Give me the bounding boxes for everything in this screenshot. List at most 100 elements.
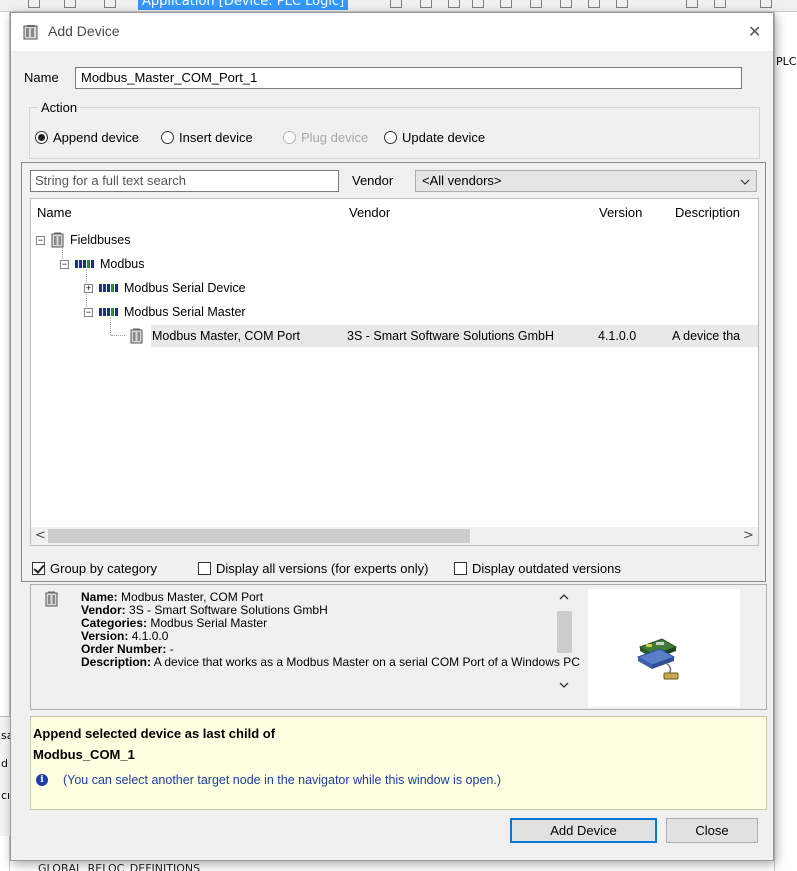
close-button[interactable]: Close (666, 818, 758, 843)
checkbox-label: Group by category (50, 561, 157, 576)
group-by-category-checkbox[interactable]: Group by category (32, 561, 157, 576)
device-name-cell: Modbus Master, COM Port (152, 329, 300, 343)
toolbar-icon[interactable] (448, 0, 460, 8)
toolbar-icon[interactable] (686, 0, 698, 8)
radio-label: Plug device (301, 130, 369, 145)
info-description: A device that works as a Modbus Master o… (153, 655, 580, 669)
toolbar-icon[interactable] (390, 0, 402, 8)
collapse-icon[interactable]: − (84, 307, 93, 317)
left-pane-text: cı (1, 789, 10, 802)
scroll-left-icon[interactable]: < (35, 528, 46, 544)
toolbar-icon[interactable] (616, 0, 628, 8)
scrollbar-thumb[interactable] (557, 611, 572, 653)
dialog-title: Add Device (48, 23, 120, 39)
display-outdated-versions-checkbox[interactable]: Display outdated versions (454, 561, 621, 576)
checkbox-label: Display outdated versions (472, 561, 621, 576)
toolbar-icon[interactable] (104, 0, 116, 8)
horizontal-scrollbar[interactable]: < > (31, 527, 758, 545)
toolbar-icon[interactable] (588, 0, 600, 8)
info-label: Vendor: (81, 603, 126, 617)
radio-label: Append device (53, 130, 140, 145)
device-description-cell: A device tha (672, 329, 741, 343)
device-version-cell: 4.1.0.0 (598, 329, 637, 343)
plug-device-radio: Plug device (283, 130, 368, 145)
info-label: Version: (81, 629, 129, 643)
append-hint-text: (You can select another target node in t… (63, 773, 502, 787)
radio-label: Insert device (179, 130, 253, 145)
modbus-icon (75, 260, 94, 268)
toolbar-icon[interactable] (530, 0, 542, 8)
scroll-up-icon[interactable] (559, 593, 569, 601)
collapse-icon[interactable]: − (60, 259, 69, 269)
tree-item-fieldbuses[interactable]: − Fieldbuses (36, 229, 130, 251)
left-pane-text: d (1, 757, 8, 770)
column-header-name[interactable]: Name (31, 199, 343, 227)
device-icon (45, 591, 58, 607)
device-info-panel: Name: Modbus Master, COM Port Vendor: 3S… (30, 584, 767, 710)
toolbar-icon[interactable] (760, 0, 772, 8)
toolbar-icon[interactable] (28, 0, 40, 8)
device-tree[interactable]: Name Vendor Version Description − Fieldb… (30, 198, 759, 546)
full-text-search-input[interactable]: String for a full text search (30, 170, 339, 192)
vendor-label: Vendor (352, 173, 394, 188)
radio-unchecked-icon (161, 131, 174, 144)
fieldbus-icon (51, 232, 64, 248)
insert-device-radio[interactable]: Insert device (161, 130, 253, 145)
tree-connector (111, 335, 125, 336)
display-all-versions-checkbox[interactable]: Display all versions (for experts only) (198, 561, 428, 576)
toolbar-icon[interactable] (560, 0, 572, 8)
toolbar-icon[interactable] (64, 0, 76, 8)
append-target-node: Modbus_COM_1 (33, 747, 135, 762)
device-image (588, 589, 740, 707)
append-device-radio[interactable]: Append device (35, 130, 139, 145)
device-icon (23, 25, 38, 40)
toolbar-icon[interactable] (472, 0, 484, 8)
column-header-description[interactable]: Description (669, 199, 758, 227)
update-device-radio[interactable]: Update device (384, 130, 485, 145)
vendor-dropdown[interactable]: <All vendors> (415, 170, 757, 192)
collapse-icon[interactable]: − (36, 235, 45, 245)
device-vendor-cell: 3S - Smart Software Solutions GmbH (347, 329, 555, 343)
tree-item-modbus-serial-master[interactable]: − Modbus Serial Master (84, 301, 246, 323)
editor-tab-label[interactable]: PLC (776, 55, 797, 68)
info-label: Categories: (81, 616, 148, 630)
toolbar-icon[interactable] (714, 0, 726, 8)
checkbox-label: Display all versions (for experts only) (216, 561, 429, 576)
append-target-line: Append selected device as last child of (33, 726, 276, 741)
close-icon[interactable]: ✕ (748, 24, 761, 40)
app-toolbar: Application [Device: PLC Logic] (0, 0, 797, 12)
info-vertical-scrollbar[interactable] (554, 585, 574, 709)
add-device-button[interactable]: Add Device (510, 818, 657, 843)
scrollbar-thumb[interactable] (48, 529, 470, 543)
serial-port-device-icon (636, 638, 679, 680)
info-order-number: - (169, 642, 174, 656)
column-header-vendor[interactable]: Vendor (343, 199, 593, 227)
dialog-titlebar: Add Device ✕ (11, 13, 773, 51)
device-catalog-panel: String for a full text search Vendor <Al… (21, 162, 766, 582)
app-right-pane (774, 12, 797, 871)
tree-item-label: Modbus (100, 257, 145, 271)
tree-item-label: Modbus Serial Master (124, 305, 246, 319)
radio-disabled-icon (283, 131, 296, 144)
left-pane-text: sa (1, 729, 10, 742)
info-icon: i (36, 774, 48, 786)
active-application-selector[interactable]: Application [Device: PLC Logic] (138, 0, 349, 10)
scroll-down-icon[interactable] (559, 681, 569, 689)
checkbox-checked-icon (32, 562, 45, 575)
checkbox-unchecked-icon (454, 562, 467, 575)
append-target-panel: Append selected device as last child of … (30, 716, 767, 810)
info-label: Description: (81, 655, 152, 669)
scroll-right-icon[interactable]: > (743, 528, 754, 544)
tree-item-modbus-serial-device[interactable]: + Modbus Serial Device (84, 277, 246, 299)
info-label: Order Number: (81, 642, 167, 656)
app-left-bottom-pane: sa d cı (0, 716, 10, 836)
expand-icon[interactable]: + (84, 283, 93, 293)
modbus-icon (99, 284, 118, 292)
device-name-input[interactable]: Modbus_Master_COM_Port_1 (75, 67, 742, 89)
column-header-version[interactable]: Version (593, 199, 669, 227)
vendor-selected-value: <All vendors> (422, 173, 502, 188)
toolbar-icon[interactable] (500, 0, 512, 8)
info-vendor: 3S - Smart Software Solutions GmbH (129, 603, 328, 617)
toolbar-icon[interactable] (420, 0, 432, 8)
tree-item-modbus[interactable]: − Modbus (60, 253, 144, 275)
